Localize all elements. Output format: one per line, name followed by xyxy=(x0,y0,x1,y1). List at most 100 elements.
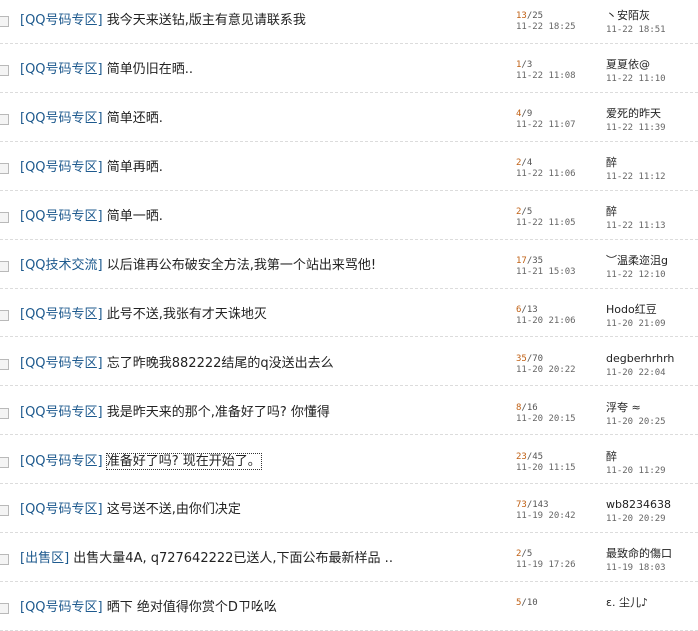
reply-view-count: 13/25 11-22 18:25 xyxy=(516,11,576,33)
view-count: 10 xyxy=(526,598,538,609)
thread-category-link[interactable]: [QQ号码专区] xyxy=(20,111,103,126)
thread-category-link[interactable]: [QQ号码专区] xyxy=(20,160,103,175)
thread-row[interactable]: [QQ号码专区] 简单仍旧在晒.. 1/3 11-22 11:08 夏夏依@ 1… xyxy=(0,45,698,93)
thread-subject-link[interactable]: 简单再晒. xyxy=(107,160,163,175)
view-count: 16 xyxy=(526,402,538,413)
thread-row[interactable]: [出售区] 出售大量4A, q727642222已送人,下面公布最新样品 .. … xyxy=(0,534,698,582)
view-count: 3 xyxy=(526,60,533,71)
thread-category-link[interactable]: [QQ号码专区] xyxy=(20,209,103,224)
thread-row[interactable]: [QQ号码专区] 这号送不送,由你们决定 73/143 11-19 20:42 … xyxy=(0,485,698,533)
thread-title: [QQ号码专区] 简单还晒. xyxy=(20,111,163,127)
thread-category-link[interactable]: [QQ号码专区] xyxy=(20,600,103,615)
thread-row[interactable]: [QQ号码专区] 简单再晒. 2/4 11-22 11:06 醉 11-22 1… xyxy=(0,143,698,191)
last-poster-link[interactable]: 浮夸 ≈ xyxy=(606,401,641,414)
last-poster-link[interactable]: 醉 xyxy=(606,156,617,169)
thread-row[interactable]: [QQ号码专区] 忘了昨晚我882222结尾的q没送出去么 35/70 11-2… xyxy=(0,338,698,387)
thread-subject-link[interactable]: 晒下 绝对值得你赏个Dㄗ吆吆 xyxy=(107,600,277,615)
thread-row[interactable]: [QQ号码专区] 我今天来送钻,版主有意见请联系我 13/25 11-22 18… xyxy=(0,0,698,44)
last-poster-link[interactable]: 夏夏依@ xyxy=(606,58,650,71)
last-poster-link[interactable]: degberhrhrh xyxy=(606,352,674,365)
thread-subject-link[interactable]: 简单仍旧在晒.. xyxy=(107,62,193,77)
thread-subject-link[interactable]: 以后谁再公布破安全方法,我第一个站出来骂他! xyxy=(107,258,376,273)
last-post-date: 11-22 11:10 xyxy=(606,74,666,85)
row-checkbox[interactable] xyxy=(0,65,9,77)
row-checkbox[interactable] xyxy=(0,456,9,468)
last-post: Hodo红豆 11-20 21:09 xyxy=(606,303,666,331)
reply-view-count: 73/143 11-19 20:42 xyxy=(516,500,576,522)
last-post: 爱死的昨天 11-22 11:39 xyxy=(606,107,666,135)
row-checkbox[interactable] xyxy=(0,358,9,370)
last-post: wb8234638 11-20 20:29 xyxy=(606,498,671,526)
thread-subject-link[interactable]: 忘了昨晚我882222结尾的q没送出去么 xyxy=(107,356,334,371)
thread-category-link[interactable]: [QQ号码专区] xyxy=(20,454,103,469)
thread-subject-link[interactable]: 简单一晒. xyxy=(107,209,163,224)
thread-category-link[interactable]: [QQ号码专区] xyxy=(20,502,103,517)
view-count: 4 xyxy=(526,158,533,169)
thread-subject-link[interactable]: 此号不送,我张有才天诛地灭 xyxy=(107,307,267,322)
row-checkbox[interactable] xyxy=(0,16,9,28)
post-date: 11-19 17:26 xyxy=(516,560,576,571)
row-checkbox[interactable] xyxy=(0,505,9,517)
last-poster-link[interactable]: ε. 尘儿♪ xyxy=(606,596,648,609)
last-post: 醉 11-22 11:13 xyxy=(606,205,666,233)
thread-row[interactable]: [QQ号码专区] 简单还晒. 4/9 11-22 11:07 爱死的昨天 11-… xyxy=(0,94,698,142)
last-poster-link[interactable]: 丶安陌灰 xyxy=(606,9,650,22)
thread-title: [QQ号码专区] 我今天来送钻,版主有意见请联系我 xyxy=(20,13,306,29)
row-checkbox[interactable] xyxy=(0,603,9,615)
row-checkbox[interactable] xyxy=(0,309,9,321)
thread-subject-link[interactable]: 我是昨天来的那个,准备好了吗? 你懂得 xyxy=(107,405,330,420)
thread-row[interactable]: [QQ号码专区] 晒下 绝对值得你赏个Dㄗ吆吆 5/10 ε. 尘儿♪ xyxy=(0,583,698,631)
thread-category-link[interactable]: [QQ号码专区] xyxy=(20,307,103,322)
thread-category-link[interactable]: [QQ号码专区] xyxy=(20,62,103,77)
thread-category-link[interactable]: [QQ号码专区] xyxy=(20,356,103,371)
thread-subject-link[interactable]: 我今天来送钻,版主有意见请联系我 xyxy=(107,13,306,28)
last-post-date: 11-20 21:09 xyxy=(606,318,666,329)
reply-view-count: 8/16 11-20 20:15 xyxy=(516,402,576,424)
row-checkbox[interactable] xyxy=(0,260,9,272)
row-checkbox[interactable] xyxy=(0,407,9,419)
view-count: 9 xyxy=(526,109,533,120)
thread-title: [QQ号码专区] 晒下 绝对值得你赏个Dㄗ吆吆 xyxy=(20,600,277,616)
thread-subject-link[interactable]: 这号送不送,由你们决定 xyxy=(107,502,241,517)
thread-category-link[interactable]: [QQ号码专区] xyxy=(20,13,103,28)
thread-row[interactable]: [QQ号码专区] 准备好了吗? 现在开始了。 23/45 11-20 11:15… xyxy=(0,436,698,485)
row-checkbox[interactable] xyxy=(0,163,9,175)
thread-title: [QQ号码专区] 我是昨天来的那个,准备好了吗? 你懂得 xyxy=(20,405,330,421)
last-poster-link[interactable]: 最致命的傷口 xyxy=(606,547,672,560)
thread-category-link[interactable]: [QQ号码专区] xyxy=(20,405,103,420)
thread-row[interactable]: [QQ号码专区] 此号不送,我张有才天诛地灭 6/13 11-20 21:06 … xyxy=(0,289,698,338)
view-count: 5 xyxy=(526,549,533,560)
reply-count: 73 xyxy=(516,500,527,511)
view-count: 143 xyxy=(532,500,549,511)
last-poster-link[interactable]: Hodo红豆 xyxy=(606,303,657,316)
thread-row[interactable]: [QQ号码专区] 简单一晒. 2/5 11-22 11:05 醉 11-22 1… xyxy=(0,192,698,240)
thread-row[interactable]: [QQ技术交流] 以后谁再公布破安全方法,我第一个站出来骂他! 17/35 11… xyxy=(0,241,698,289)
reply-count: 13 xyxy=(516,11,527,22)
last-poster-link[interactable]: 醉 xyxy=(606,205,617,218)
thread-subject-link[interactable]: 准备好了吗? 现在开始了。 xyxy=(105,452,262,470)
last-poster-link[interactable]: ︶温柔迩沮g xyxy=(606,254,668,267)
thread-title: [出售区] 出售大量4A, q727642222已送人,下面公布最新样品 .. xyxy=(20,551,393,567)
thread-subject-link[interactable]: 简单还晒. xyxy=(107,111,163,126)
thread-row[interactable]: [QQ号码专区] 我是昨天来的那个,准备好了吗? 你懂得 8/16 11-20 … xyxy=(0,387,698,436)
reply-view-count: 1/3 11-22 11:08 xyxy=(516,60,576,82)
row-checkbox[interactable] xyxy=(0,114,9,126)
last-poster-link[interactable]: wb8234638 xyxy=(606,498,671,511)
view-count: 25 xyxy=(532,11,544,22)
thread-category-link[interactable]: [出售区] xyxy=(20,551,69,566)
reply-count: 23 xyxy=(516,451,527,462)
reply-view-count: 2/5 11-22 11:05 xyxy=(516,207,576,229)
thread-subject-link[interactable]: 出售大量4A, q727642222已送人,下面公布最新样品 .. xyxy=(73,551,393,566)
row-checkbox[interactable] xyxy=(0,212,9,224)
last-post-date: 11-20 11:29 xyxy=(606,465,666,476)
view-count: 13 xyxy=(526,304,538,315)
view-count: 45 xyxy=(532,451,544,462)
last-poster-link[interactable]: 爱死的昨天 xyxy=(606,107,661,120)
row-checkbox[interactable] xyxy=(0,554,9,566)
thread-category-link[interactable]: [QQ技术交流] xyxy=(20,258,103,273)
post-date: 11-22 11:05 xyxy=(516,218,576,229)
post-date: 11-22 18:25 xyxy=(516,22,576,33)
reply-view-count: 2/5 11-19 17:26 xyxy=(516,549,576,571)
thread-title: [QQ号码专区] 简单仍旧在晒.. xyxy=(20,62,193,78)
last-poster-link[interactable]: 醉 xyxy=(606,450,617,463)
